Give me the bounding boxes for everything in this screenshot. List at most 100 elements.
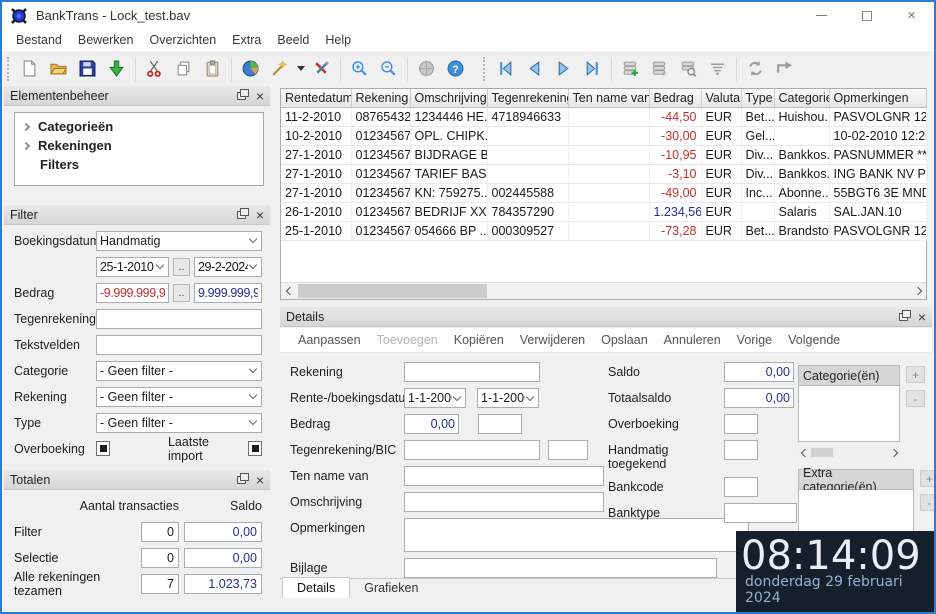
tree-item-rekeningen[interactable]: Rekeningen (15, 136, 263, 155)
boekingsdatum-select[interactable]: 1-1-2000 (477, 388, 539, 408)
float-panel-icon[interactable] (236, 472, 249, 484)
bankcode-input[interactable] (724, 477, 758, 497)
rekening-select[interactable]: - Geen filter - (96, 386, 262, 407)
toolbar-grip[interactable] (7, 56, 9, 81)
bic-input[interactable] (548, 440, 588, 460)
date-from-select[interactable]: 25-1-2010 (96, 256, 169, 277)
bijlage-input[interactable] (404, 558, 717, 578)
expand-chevron-icon[interactable] (21, 122, 31, 131)
column-header-rentedatum[interactable]: Rentedatum (281, 89, 352, 108)
boekingsdatum-select[interactable]: Handmatig (96, 230, 262, 251)
column-header-categorie[interactable]: Categorie (774, 89, 830, 108)
import-button[interactable] (102, 54, 131, 83)
details-menu-kopiren[interactable]: Kopiëren (446, 333, 512, 347)
cut-button[interactable] (140, 54, 169, 83)
tools-button[interactable] (307, 54, 336, 83)
column-header-valuta[interactable]: Valuta (701, 89, 742, 108)
table-row[interactable]: 27-1-2010012345678BIJDRAGE B... -10,95EUR… (281, 145, 927, 165)
scrollbar-thumb[interactable] (811, 448, 833, 457)
toolbar-grip[interactable] (483, 56, 485, 81)
omschrijving-input[interactable] (404, 492, 604, 512)
float-panel-icon[interactable] (236, 207, 249, 219)
new-file-button[interactable] (15, 54, 44, 83)
zoom-out-button[interactable] (374, 54, 403, 83)
column-header-tegenrekening[interactable]: Tegenrekening (487, 89, 569, 108)
menu-item-help[interactable]: Help (317, 31, 359, 49)
banktype-input[interactable] (724, 503, 797, 523)
table-row[interactable]: 25-1-2010012345678054666 BP ...000309527… (281, 221, 927, 241)
minimize-button[interactable] (799, 2, 844, 29)
column-header-type[interactable]: Type (741, 89, 775, 108)
menu-item-bewerken[interactable]: Bewerken (70, 31, 142, 49)
column-header-tennamevan[interactable]: Ten name van (568, 89, 650, 108)
find-record-button[interactable] (674, 54, 703, 83)
float-panel-icon[interactable] (236, 88, 249, 100)
remove-categorie-button[interactable]: - (906, 390, 925, 407)
menu-item-extra[interactable]: Extra (224, 31, 269, 49)
details-menu-vorige[interactable]: Vorige (729, 333, 780, 347)
type-select[interactable]: - Geen filter - (96, 412, 262, 433)
valuta-input[interactable] (478, 414, 522, 434)
laatste-import-checkbox[interactable] (248, 441, 262, 456)
maximize-button[interactable] (844, 2, 889, 29)
close-button[interactable]: × (889, 2, 934, 29)
pie-chart-button[interactable] (236, 54, 265, 83)
add-record-button[interactable] (616, 54, 645, 83)
menu-item-overzichten[interactable]: Overzichten (141, 31, 224, 49)
table-horizontal-scrollbar[interactable] (281, 282, 926, 299)
bedrag-min-input[interactable] (96, 282, 169, 303)
expand-chevron-icon[interactable] (21, 141, 31, 150)
tab-details[interactable]: Details (282, 577, 351, 598)
paste-button[interactable] (198, 54, 227, 83)
float-panel-icon[interactable] (898, 309, 911, 321)
tegenrekening-input[interactable] (404, 440, 540, 460)
copy-record-button[interactable] (645, 54, 674, 83)
magic-wand-button[interactable] (265, 54, 294, 83)
scroll-right-icon[interactable] (887, 448, 900, 457)
tree-item-filters[interactable]: Filters (15, 155, 263, 174)
remove-extra-categorie-button[interactable]: - (920, 494, 934, 511)
rentedatum-select[interactable]: 1-1-2000 (404, 388, 466, 408)
close-panel-icon[interactable]: × (256, 208, 264, 222)
add-extra-categorie-button[interactable]: + (920, 470, 934, 487)
categorie-list[interactable] (798, 386, 900, 442)
handmatig-toegekend-input[interactable] (724, 440, 758, 460)
export-button[interactable] (770, 54, 799, 83)
copy-button[interactable] (169, 54, 198, 83)
overboeking-input[interactable] (724, 414, 758, 434)
close-panel-icon[interactable]: × (256, 89, 264, 103)
help-button[interactable]: ? (441, 54, 470, 83)
wand-dropdown-caret[interactable] (294, 54, 307, 83)
tegenrekening-input[interactable] (96, 308, 262, 329)
globe-button[interactable] (412, 54, 441, 83)
table-row[interactable]: 10-2-2010012345678OPL. CHIPK... -30,00EUR… (281, 126, 927, 146)
close-panel-icon[interactable]: × (256, 473, 264, 487)
date-range-button[interactable]: .. (173, 257, 190, 276)
tree-item-categorien[interactable]: Categorieën (15, 117, 263, 136)
last-record-button[interactable] (578, 54, 607, 83)
totaalsaldo-input[interactable] (724, 388, 794, 408)
bedrag-range-button[interactable]: .. (173, 283, 190, 302)
first-record-button[interactable] (491, 54, 520, 83)
details-menu-aanpassen[interactable]: Aanpassen (290, 333, 369, 347)
column-header-omschrijving[interactable]: Omschrijving (410, 89, 488, 108)
details-menu-opslaan[interactable]: Opslaan (593, 333, 656, 347)
details-menu-verwijderen[interactable]: Verwijderen (512, 333, 593, 347)
overboeking-checkbox[interactable] (96, 441, 110, 456)
zoom-in-button[interactable] (345, 54, 374, 83)
save-button[interactable] (73, 54, 102, 83)
filter-menu-button[interactable] (703, 54, 732, 83)
tekstvelden-input[interactable] (96, 334, 262, 355)
next-record-button[interactable] (549, 54, 578, 83)
scroll-left-icon[interactable] (281, 286, 298, 296)
menu-item-beeld[interactable]: Beeld (269, 31, 317, 49)
column-header-bedrag[interactable]: Bedrag (649, 89, 702, 108)
table-row[interactable]: 11-2-20100876543211234446 HE...471894663… (281, 107, 927, 127)
table-row[interactable]: 27-1-2010012345678TARIEF BAS... -3,10EURD… (281, 164, 927, 184)
open-folder-button[interactable] (44, 54, 73, 83)
details-menu-annuleren[interactable]: Annuleren (656, 333, 729, 347)
saldo-input[interactable] (724, 362, 794, 382)
ten-name-van-input[interactable] (404, 466, 604, 486)
rekening-input[interactable] (404, 362, 540, 382)
categorie-select[interactable]: - Geen filter - (96, 360, 262, 381)
